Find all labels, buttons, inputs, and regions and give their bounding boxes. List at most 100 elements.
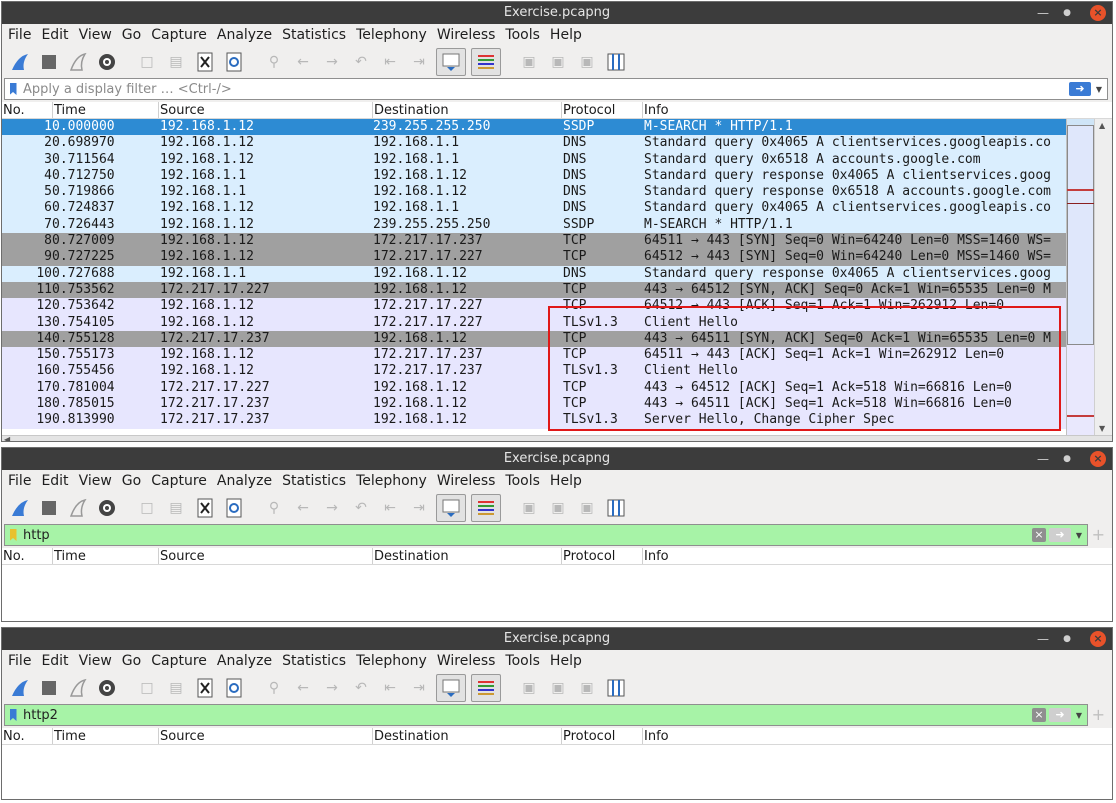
last-icon[interactable]: ⇥ bbox=[407, 496, 431, 520]
menu-edit[interactable]: Edit bbox=[41, 27, 68, 43]
options-gear-icon[interactable] bbox=[95, 50, 119, 74]
menu-tools[interactable]: Tools bbox=[505, 653, 540, 669]
packet-row[interactable]: 1 0.000000 192.168.1.12 239.255.255.250 SSDP… bbox=[2, 119, 1066, 136]
col-protocol[interactable]: Protocol bbox=[562, 728, 643, 744]
stop-icon[interactable] bbox=[37, 496, 61, 520]
menu-statistics[interactable]: Statistics bbox=[282, 653, 346, 669]
normal-size-icon[interactable]: ▣ bbox=[575, 496, 599, 520]
first-icon[interactable]: ⇤ bbox=[378, 676, 402, 700]
save-file-icon[interactable]: ▤ bbox=[164, 50, 188, 74]
packet-row[interactable]: 9 0.727225 192.168.1.12 172.217.17.227 TCP 64… bbox=[2, 249, 1066, 266]
autoscroll-icon[interactable] bbox=[436, 494, 466, 522]
minimize-icon[interactable]: — bbox=[1034, 448, 1052, 470]
menu-statistics[interactable]: Statistics bbox=[282, 27, 346, 43]
normal-size-icon[interactable]: ▣ bbox=[575, 50, 599, 74]
menu-help[interactable]: Help bbox=[550, 473, 582, 489]
col-no[interactable]: No. bbox=[2, 102, 53, 118]
col-destination[interactable]: Destination bbox=[373, 102, 562, 118]
goto-icon[interactable]: ↶ bbox=[349, 50, 373, 74]
filter-dropdown-icon[interactable]: ▼ bbox=[1074, 531, 1084, 540]
shark-fin-icon[interactable] bbox=[8, 496, 32, 520]
minimize-icon[interactable]: — bbox=[1034, 2, 1052, 24]
packet-row[interactable]: 16 0.755456 192.168.1.12 172.217.17.237 TLSv… bbox=[2, 363, 1066, 380]
add-filter-button-icon[interactable]: + bbox=[1092, 705, 1105, 725]
col-source[interactable]: Source bbox=[159, 548, 373, 564]
col-no[interactable]: No. bbox=[2, 548, 53, 564]
open-file-icon[interactable]: □ bbox=[135, 496, 159, 520]
minimize-icon[interactable]: — bbox=[1034, 628, 1052, 650]
restart-icon[interactable] bbox=[66, 496, 90, 520]
menu-wireless[interactable]: Wireless bbox=[437, 473, 496, 489]
packet-row[interactable]: 4 0.712750 192.168.1.1 192.168.1.12 DNS Stand… bbox=[2, 167, 1066, 185]
menu-edit[interactable]: Edit bbox=[41, 653, 68, 669]
maximize-icon[interactable]: ● bbox=[1058, 448, 1076, 470]
clear-filter-icon[interactable]: × bbox=[1032, 708, 1046, 722]
colorize-icon[interactable] bbox=[471, 674, 501, 702]
resize-columns-icon[interactable] bbox=[604, 496, 628, 520]
last-icon[interactable]: ⇥ bbox=[407, 50, 431, 74]
filter-bookmark-icon[interactable] bbox=[5, 79, 21, 99]
colorize-icon[interactable] bbox=[471, 48, 501, 76]
goto-icon[interactable]: ↶ bbox=[349, 676, 373, 700]
display-filter-input[interactable] bbox=[21, 525, 1032, 545]
maximize-icon[interactable]: ● bbox=[1058, 2, 1076, 24]
autoscroll-icon[interactable] bbox=[436, 674, 466, 702]
col-info[interactable]: Info bbox=[643, 102, 1063, 118]
menu-file[interactable]: File bbox=[8, 473, 31, 489]
packet-row[interactable]: 13 0.754105 192.168.1.12 172.217.17.227 TLSv… bbox=[2, 314, 1066, 331]
apply-filter-icon[interactable]: ➜ bbox=[1049, 528, 1071, 542]
packet-row[interactable]: 6 0.724837 192.168.1.12 192.168.1.1 DNS Stand… bbox=[2, 200, 1066, 217]
reload-icon[interactable] bbox=[222, 496, 246, 520]
packet-minimap[interactable] bbox=[1066, 119, 1094, 435]
packet-row[interactable]: 5 0.719866 192.168.1.1 192.168.1.12 DNS Stand… bbox=[2, 184, 1066, 201]
options-gear-icon[interactable] bbox=[95, 496, 119, 520]
resize-columns-icon[interactable] bbox=[604, 50, 628, 74]
col-source[interactable]: Source bbox=[159, 102, 373, 118]
menu-file[interactable]: File bbox=[8, 27, 31, 43]
menu-tools[interactable]: Tools bbox=[505, 27, 540, 43]
filter-bookmark-icon[interactable] bbox=[5, 525, 21, 545]
restart-icon[interactable] bbox=[66, 50, 90, 74]
col-no[interactable]: No. bbox=[2, 728, 53, 744]
back-icon[interactable]: ← bbox=[291, 676, 315, 700]
menu-help[interactable]: Help bbox=[550, 653, 582, 669]
menu-analyze[interactable]: Analyze bbox=[217, 653, 272, 669]
forward-icon[interactable]: → bbox=[320, 676, 344, 700]
menu-file[interactable]: File bbox=[8, 653, 31, 669]
packet-row[interactable]: 15 0.755173 192.168.1.12 172.217.17.237 TCP 6… bbox=[2, 347, 1066, 364]
apply-filter-icon[interactable]: ➜ bbox=[1049, 708, 1071, 722]
stop-icon[interactable] bbox=[37, 676, 61, 700]
packet-row[interactable]: 11 0.753562 172.217.17.227 192.168.1.12 TCP 4… bbox=[2, 281, 1066, 299]
packet-row[interactable]: 7 0.726443 192.168.1.12 239.255.255.250 SSDP… bbox=[2, 216, 1066, 234]
back-icon[interactable]: ← bbox=[291, 50, 315, 74]
filter-dropdown-icon[interactable]: ▼ bbox=[1094, 85, 1104, 94]
menu-wireless[interactable]: Wireless bbox=[437, 27, 496, 43]
display-filter-input[interactable] bbox=[21, 79, 1069, 99]
zoom-in-icon[interactable]: ▣ bbox=[517, 496, 541, 520]
menu-help[interactable]: Help bbox=[550, 27, 582, 43]
menu-telephony[interactable]: Telephony bbox=[356, 473, 427, 489]
colorize-icon[interactable] bbox=[471, 494, 501, 522]
menu-telephony[interactable]: Telephony bbox=[356, 653, 427, 669]
close-icon[interactable]: × bbox=[1090, 5, 1106, 21]
col-source[interactable]: Source bbox=[159, 728, 373, 744]
menu-analyze[interactable]: Analyze bbox=[217, 27, 272, 43]
menu-capture[interactable]: Capture bbox=[151, 27, 207, 43]
maximize-icon[interactable]: ● bbox=[1058, 628, 1076, 650]
zoom-in-icon[interactable]: ▣ bbox=[517, 676, 541, 700]
menu-capture[interactable]: Capture bbox=[151, 653, 207, 669]
back-icon[interactable]: ← bbox=[291, 496, 315, 520]
last-icon[interactable]: ⇥ bbox=[407, 676, 431, 700]
packet-row[interactable]: 3 0.711564 192.168.1.12 192.168.1.1 DNS Stand… bbox=[2, 151, 1066, 168]
close-icon[interactable]: × bbox=[1090, 631, 1106, 647]
shark-fin-icon[interactable] bbox=[8, 50, 32, 74]
save-file-icon[interactable]: ▤ bbox=[164, 496, 188, 520]
forward-icon[interactable]: → bbox=[320, 50, 344, 74]
menu-go[interactable]: Go bbox=[122, 27, 141, 43]
zoom-in-icon[interactable]: ▣ bbox=[517, 50, 541, 74]
find-icon[interactable]: ⚲ bbox=[262, 50, 286, 74]
packet-row[interactable]: 2 0.698970 192.168.1.12 192.168.1.1 DNS Stand… bbox=[2, 135, 1066, 152]
close-icon[interactable]: × bbox=[1090, 451, 1106, 467]
close-file-icon[interactable] bbox=[193, 676, 217, 700]
forward-icon[interactable]: → bbox=[320, 496, 344, 520]
